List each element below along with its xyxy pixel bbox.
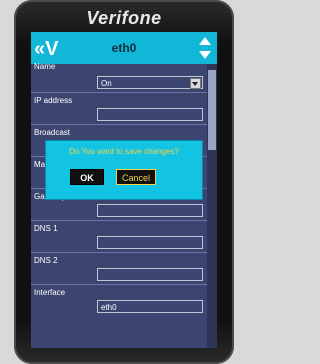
scroll-nav (199, 35, 213, 61)
scrollbar-thumb[interactable] (208, 70, 216, 150)
divider (31, 284, 207, 285)
divider (31, 252, 207, 253)
arrow-up-icon[interactable] (199, 37, 211, 45)
ok-button[interactable]: OK (70, 169, 104, 185)
dialog-message: Do You want to save changes? (69, 147, 179, 156)
dhcp-value: On (101, 79, 112, 88)
dns1-input[interactable] (97, 236, 203, 249)
dhcp-select[interactable]: On (97, 76, 203, 89)
divider (31, 220, 207, 221)
ip-address-input[interactable] (97, 108, 203, 121)
terminal-screen: «V eth0 Name On IP address Broadcast Mas… (31, 32, 217, 348)
gateway-input[interactable] (97, 204, 203, 217)
field-label-broadcast: Broadcast (34, 128, 71, 137)
divider (31, 92, 207, 93)
arrow-down-icon[interactable] (199, 51, 211, 59)
field-label-dns1: DNS 1 (34, 224, 58, 233)
page-title: eth0 (111, 41, 137, 55)
interface-input[interactable]: eth0 (97, 300, 203, 313)
cancel-button[interactable]: Cancel (116, 169, 156, 185)
brand-logo: Verifone (86, 8, 162, 28)
field-label-interface: Interface (34, 288, 66, 297)
dropdown-arrow-icon[interactable] (190, 78, 201, 89)
dns2-input[interactable] (97, 268, 203, 281)
field-label-name: Name (34, 62, 56, 71)
save-changes-dialog: Do You want to save changes? OK Cancel (45, 140, 203, 200)
divider (31, 124, 207, 125)
field-label-ip-address: IP address (34, 96, 73, 105)
scrollbar[interactable] (207, 64, 217, 348)
form: Name On IP address Broadcast Mask Gatewa… (31, 62, 207, 348)
title-bar: «V eth0 (31, 32, 217, 64)
field-label-dns2: DNS 2 (34, 256, 58, 265)
